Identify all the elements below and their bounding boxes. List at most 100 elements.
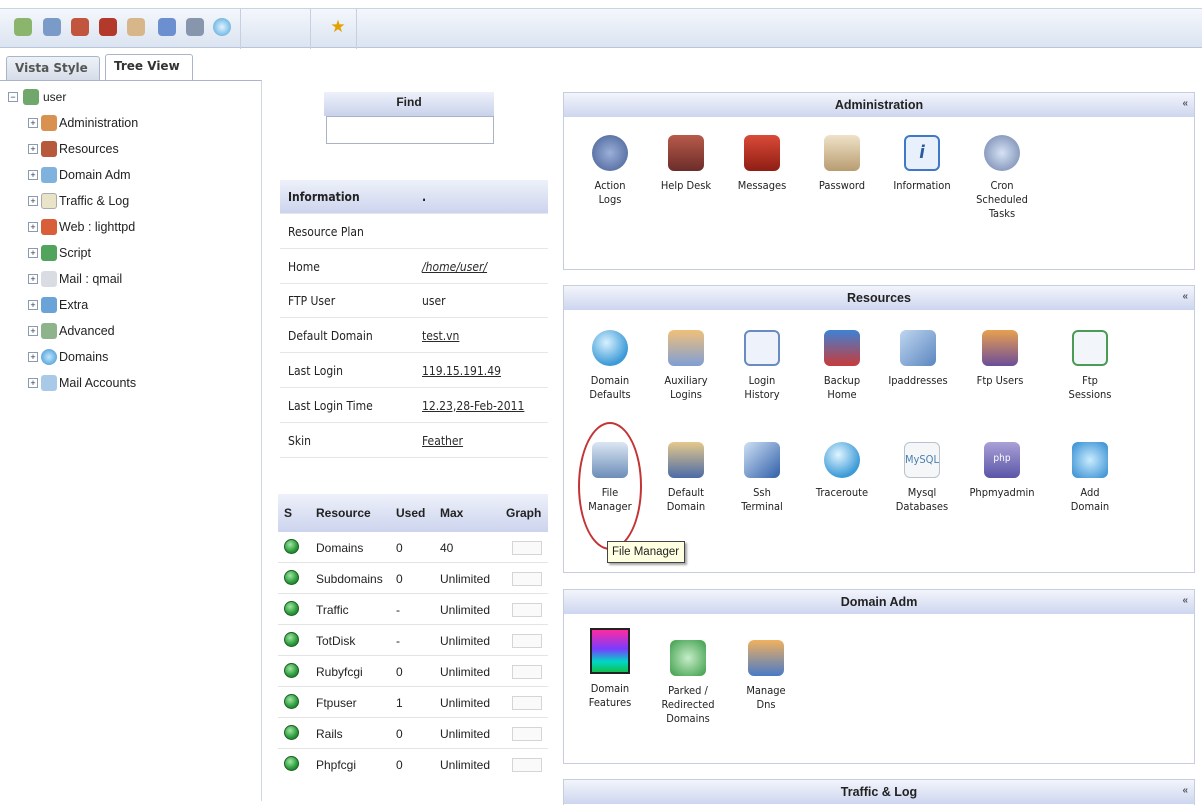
action-logs-button[interactable]: Action Logs <box>570 135 650 207</box>
tree-item-resources[interactable]: + Resources <box>28 141 119 157</box>
collapse-icon[interactable]: « <box>1182 595 1188 607</box>
home-icon[interactable] <box>99 18 117 36</box>
bubble-icon[interactable] <box>213 18 231 36</box>
tools-icon[interactable] <box>43 18 61 36</box>
tree-item-domain-adm[interactable]: + Domain Adm <box>28 167 131 183</box>
traffic-log-panel-header[interactable]: Traffic & Log « <box>564 780 1194 804</box>
find-input[interactable] <box>326 116 494 144</box>
information-icon: i <box>904 135 940 171</box>
usage-graph <box>512 603 542 617</box>
expand-icon[interactable]: + <box>28 196 38 206</box>
last-login-link[interactable]: 119.15.191.49 <box>422 364 501 378</box>
resource-used: 0 <box>396 727 403 741</box>
tree-item-extra[interactable]: + Extra <box>28 297 88 313</box>
tree-root-label: user <box>43 90 67 104</box>
tree-item-mail[interactable]: + Mail : qmail <box>28 271 122 287</box>
leaf-cog-icon[interactable] <box>14 18 32 36</box>
comment-icon[interactable] <box>158 18 176 36</box>
label-2: Logins <box>670 388 702 401</box>
cron-label-2: Scheduled <box>976 193 1028 206</box>
messages-button[interactable]: Messages <box>722 135 802 193</box>
expand-icon[interactable]: + <box>28 378 38 388</box>
auxiliary-logins-button[interactable]: Auxiliary Logins <box>646 330 726 402</box>
expand-icon[interactable]: + <box>28 170 38 180</box>
tab-vista-style[interactable]: Vista Style <box>6 56 100 80</box>
ftp-users-button[interactable]: Ftp Users <box>960 330 1040 388</box>
tree-item-label: Extra <box>59 298 89 312</box>
gear-icon[interactable] <box>186 18 204 36</box>
skin-link[interactable]: Feather <box>422 434 463 448</box>
status-ok-icon <box>284 601 299 616</box>
expand-icon[interactable]: + <box>28 326 38 336</box>
panel-title: Traffic & Log <box>840 785 918 799</box>
expand-icon[interactable]: + <box>28 274 38 284</box>
messages-label: Messages <box>737 179 787 192</box>
mysql-icon: MySQL <box>904 442 940 478</box>
traceroute-button[interactable]: Traceroute <box>802 442 882 500</box>
database-icon <box>824 330 860 366</box>
expand-icon[interactable]: + <box>28 300 38 310</box>
expand-icon[interactable]: + <box>28 144 38 154</box>
label-2: Databases <box>895 500 949 513</box>
ssh-terminal-button[interactable]: Ssh Terminal <box>722 442 802 514</box>
mail-icon <box>41 271 57 287</box>
expand-icon[interactable]: + <box>28 248 38 258</box>
home-link[interactable]: /home/user/ <box>422 260 487 274</box>
parked-domains-button[interactable]: Parked / Redirected Domains <box>648 640 728 726</box>
default-domain-button[interactable]: Default Domain <box>646 442 726 514</box>
tree-item-advanced[interactable]: + Advanced <box>28 323 115 339</box>
collapse-icon[interactable]: − <box>8 92 18 102</box>
tab-tree-view[interactable]: Tree View <box>105 54 193 80</box>
status-ok-icon <box>284 539 299 554</box>
collapse-icon[interactable]: « <box>1182 785 1188 797</box>
expand-icon[interactable]: + <box>28 118 38 128</box>
tree-item-administration[interactable]: + Administration <box>28 115 138 131</box>
status-ok-icon <box>284 570 299 585</box>
status-ok-icon <box>284 632 299 647</box>
domain-adm-panel: Domain Adm « Domain Features Parked / Redir… <box>563 589 1195 764</box>
ipaddresses-button[interactable]: Ipaddresses <box>878 330 958 388</box>
tree-item-traffic-log[interactable]: + Traffic & Log <box>28 193 129 209</box>
key-icon[interactable] <box>127 18 145 36</box>
help-desk-button[interactable]: Help Desk <box>646 135 726 193</box>
cron-tasks-button[interactable]: Cron Scheduled Tasks <box>962 135 1042 221</box>
collapse-icon[interactable]: « <box>1182 98 1188 110</box>
ftp-sessions-button[interactable]: Ftp Sessions <box>1050 330 1130 402</box>
information-button[interactable]: i Information <box>882 135 962 193</box>
phpmyadmin-icon: php <box>984 442 1020 478</box>
mysql-databases-button[interactable]: MySQL Mysql Databases <box>882 442 962 514</box>
resources-panel-header[interactable]: Resources « <box>564 286 1194 310</box>
manage-dns-button[interactable]: Manage Dns <box>726 640 806 712</box>
label-1: Domain <box>590 374 630 387</box>
last-login-time-link[interactable]: 12.23,28-Feb-2011 <box>422 399 524 413</box>
network-icon <box>900 330 936 366</box>
tree-root[interactable]: − user <box>8 89 66 105</box>
expand-icon[interactable]: + <box>28 352 38 362</box>
tree-item-label: Web : lighttpd <box>59 220 136 234</box>
tree-item-mail-accounts[interactable]: + Mail Accounts <box>28 375 136 391</box>
label-1: Phpmyadmin <box>969 486 1035 499</box>
administration-panel-header[interactable]: Administration « <box>564 93 1194 117</box>
domain-adm-panel-header[interactable]: Domain Adm « <box>564 590 1194 614</box>
domain-defaults-button[interactable]: Domain Defaults <box>570 330 650 402</box>
domain-features-button[interactable]: Domain Features <box>570 628 650 710</box>
default-domain-link[interactable]: test.vn <box>422 329 459 343</box>
expand-icon[interactable]: + <box>28 222 38 232</box>
tree-item-web[interactable]: + Web : lighttpd <box>28 219 135 235</box>
login-history-button[interactable]: Login History <box>722 330 802 402</box>
label-2: Features <box>588 696 632 709</box>
panel-title: Resources <box>847 291 911 305</box>
terminal-icon <box>744 442 780 478</box>
usage-graph <box>512 665 542 679</box>
add-domain-button[interactable]: Add Domain <box>1050 442 1130 514</box>
backup-home-button[interactable]: Backup Home <box>802 330 882 402</box>
info-row-home: Home/home/user/ <box>280 250 548 284</box>
phpmyadmin-button[interactable]: php Phpmyadmin <box>962 442 1042 500</box>
user-icon[interactable] <box>71 18 89 36</box>
star-icon[interactable]: ★ <box>329 17 347 36</box>
tree-item-domains[interactable]: + Domains <box>28 349 108 365</box>
collapse-icon[interactable]: « <box>1182 291 1188 303</box>
tree-item-script[interactable]: + Script <box>28 245 91 261</box>
ftp-users-icon <box>982 330 1018 366</box>
password-button[interactable]: Password <box>802 135 882 193</box>
